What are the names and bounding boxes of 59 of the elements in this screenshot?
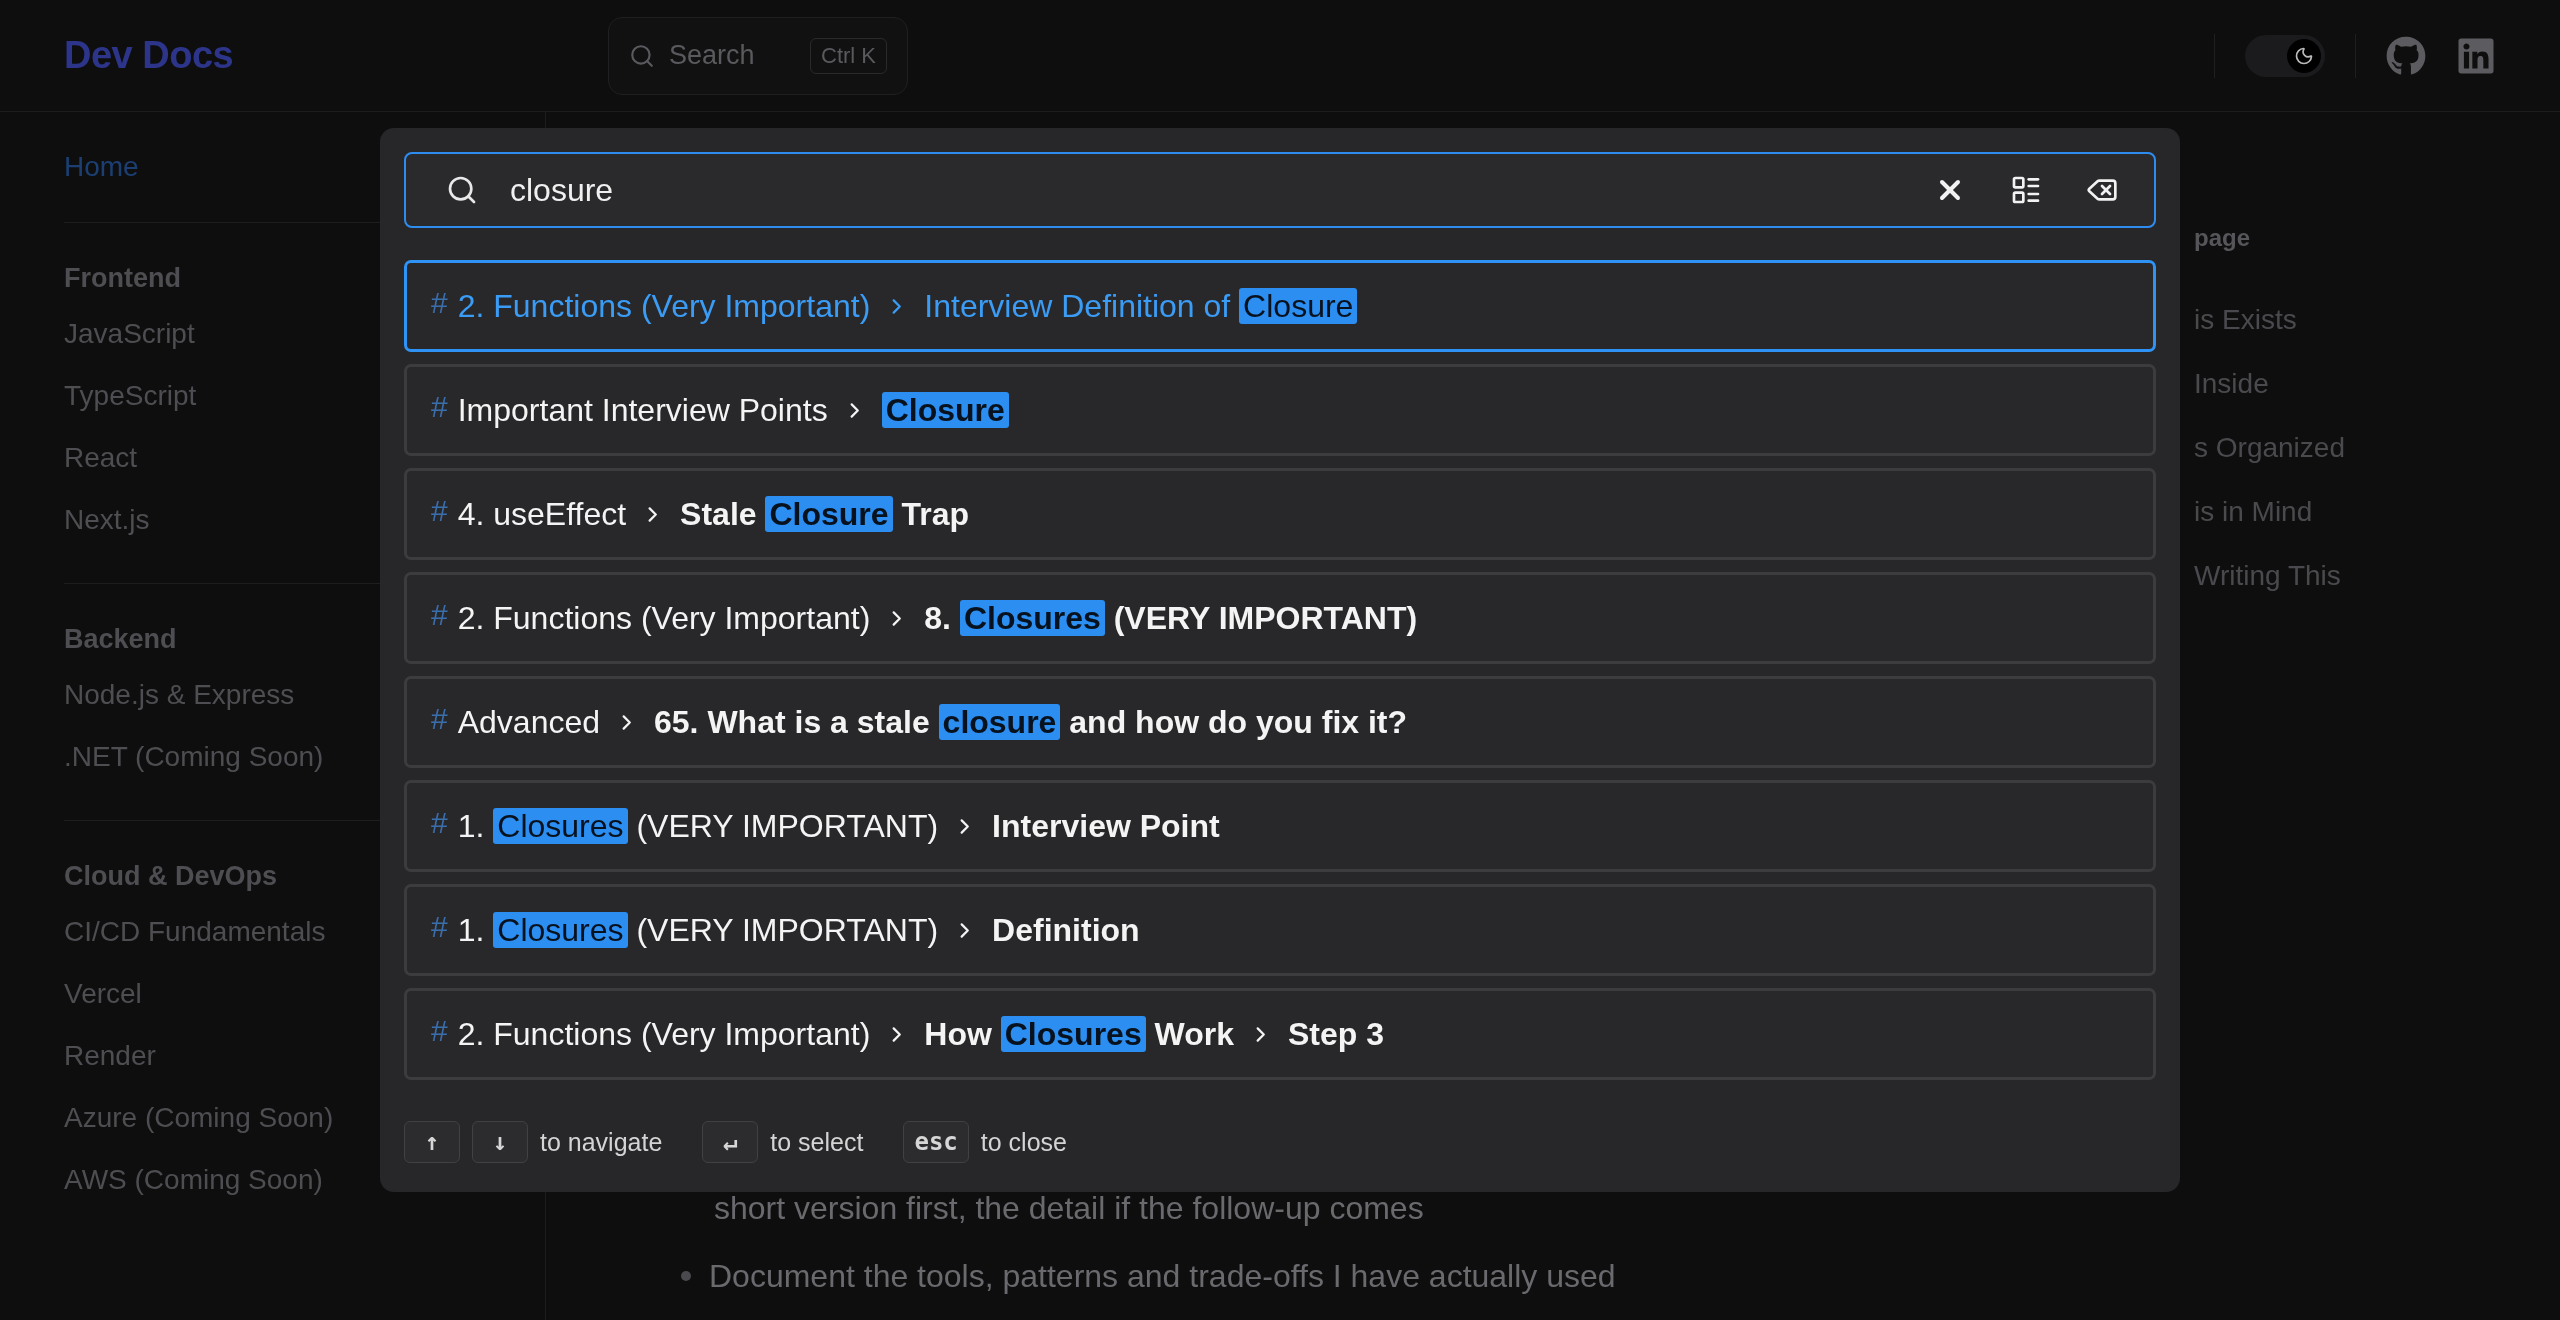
chevron-right-icon [892,297,903,315]
search-result[interactable]: # 2. Functions (Very Important) How Closures Work Step 3 [404,988,2156,1080]
sidebar-item[interactable]: .NET (Coming Soon) [64,726,324,788]
section-title: Backend [64,622,177,656]
chevron-right-icon [622,713,632,731]
hint-label: to navigate [540,1127,663,1157]
chevron-right-icon [892,609,903,627]
hint-label: to select [770,1127,864,1157]
toc-link[interactable]: s Organized [2194,416,2560,480]
sidebar-item[interactable]: JavaScript [64,303,195,365]
search-result[interactable]: # 2. Functions (Very Important) 8. Closures (VERY IMPORTANT) [404,572,2156,664]
chevron-right-icon [648,505,659,523]
search-icon [446,174,478,206]
search-result[interactable]: # 4. useEffect Stale Closure Trap [404,468,2156,560]
key-hint: ↵ [702,1121,759,1163]
shortcut-key: Ctrl K [810,37,887,74]
sidebar-item[interactable]: AWS (Coming Soon) [64,1149,323,1211]
key-hint: ↓ [472,1121,528,1163]
toc-link[interactable]: Inside [2194,352,2560,416]
site-logo[interactable]: Dev Docs [64,34,608,77]
sidebar-item[interactable]: Vercel [64,963,142,1025]
paragraph-text: short version first, the detail if the follow-up comes [714,1189,1424,1227]
search-result[interactable]: # 1. Closures (VERY IMPORTANT) Definition [404,884,2156,976]
sidebar-item[interactable]: Next.js [64,489,150,551]
github-icon[interactable] [2386,35,2426,76]
toc-link[interactable]: is in Mind [2194,480,2560,544]
paragraph-text: Document the tools, patterns and trade-offs I have actually used [709,1257,1616,1295]
hint-label: to close [980,1127,1067,1157]
search-button[interactable]: Search Ctrl K [608,16,908,95]
search-icon [629,42,655,69]
search-result[interactable]: # Advanced 65. What is a stale closure and how do you fix it? [404,676,2156,768]
chevron-right-icon [960,921,971,939]
list-view-button[interactable] [2010,174,2042,206]
search-result[interactable]: # 1. Closures (VERY IMPORTANT) Interview Point [404,780,2156,872]
key-hint: ↑ [404,1121,460,1163]
sidebar-item[interactable]: TypeScript [64,365,197,427]
search-result[interactable]: # 2. Functions (Very Important) Interview Definition of Closure [404,260,2156,352]
chevron-right-icon [1256,1025,1266,1043]
section-title: Frontend [64,261,181,295]
key-hint: esc [903,1121,969,1163]
search-input[interactable]: closure [508,170,1890,210]
moon-icon [2294,45,2314,66]
theme-toggle[interactable] [2245,34,2325,77]
sidebar-item[interactable]: React [64,427,138,489]
chevron-right-icon [960,817,971,835]
chevron-right-icon [849,401,860,419]
chevron-right-icon [892,1025,903,1043]
toc-heading: page [2194,224,2251,252]
sidebar-item[interactable]: Node.js & Express [64,664,295,726]
search-result[interactable]: # Important Interview Points Closure [404,364,2156,456]
section-title: Cloud & DevOps [64,859,278,893]
sidebar-item[interactable]: Azure (Coming Soon) [64,1087,334,1149]
toc-link[interactable]: is Exists [2194,288,2560,352]
search-field[interactable]: closure [404,152,2156,228]
bullet-icon [681,1271,691,1281]
sidebar-item[interactable]: Home [64,136,139,198]
sidebar-item[interactable]: CI/CD Fundamentals [64,901,326,963]
sidebar-item[interactable]: Render [64,1025,156,1087]
toc-link[interactable]: Writing This [2194,544,2560,608]
